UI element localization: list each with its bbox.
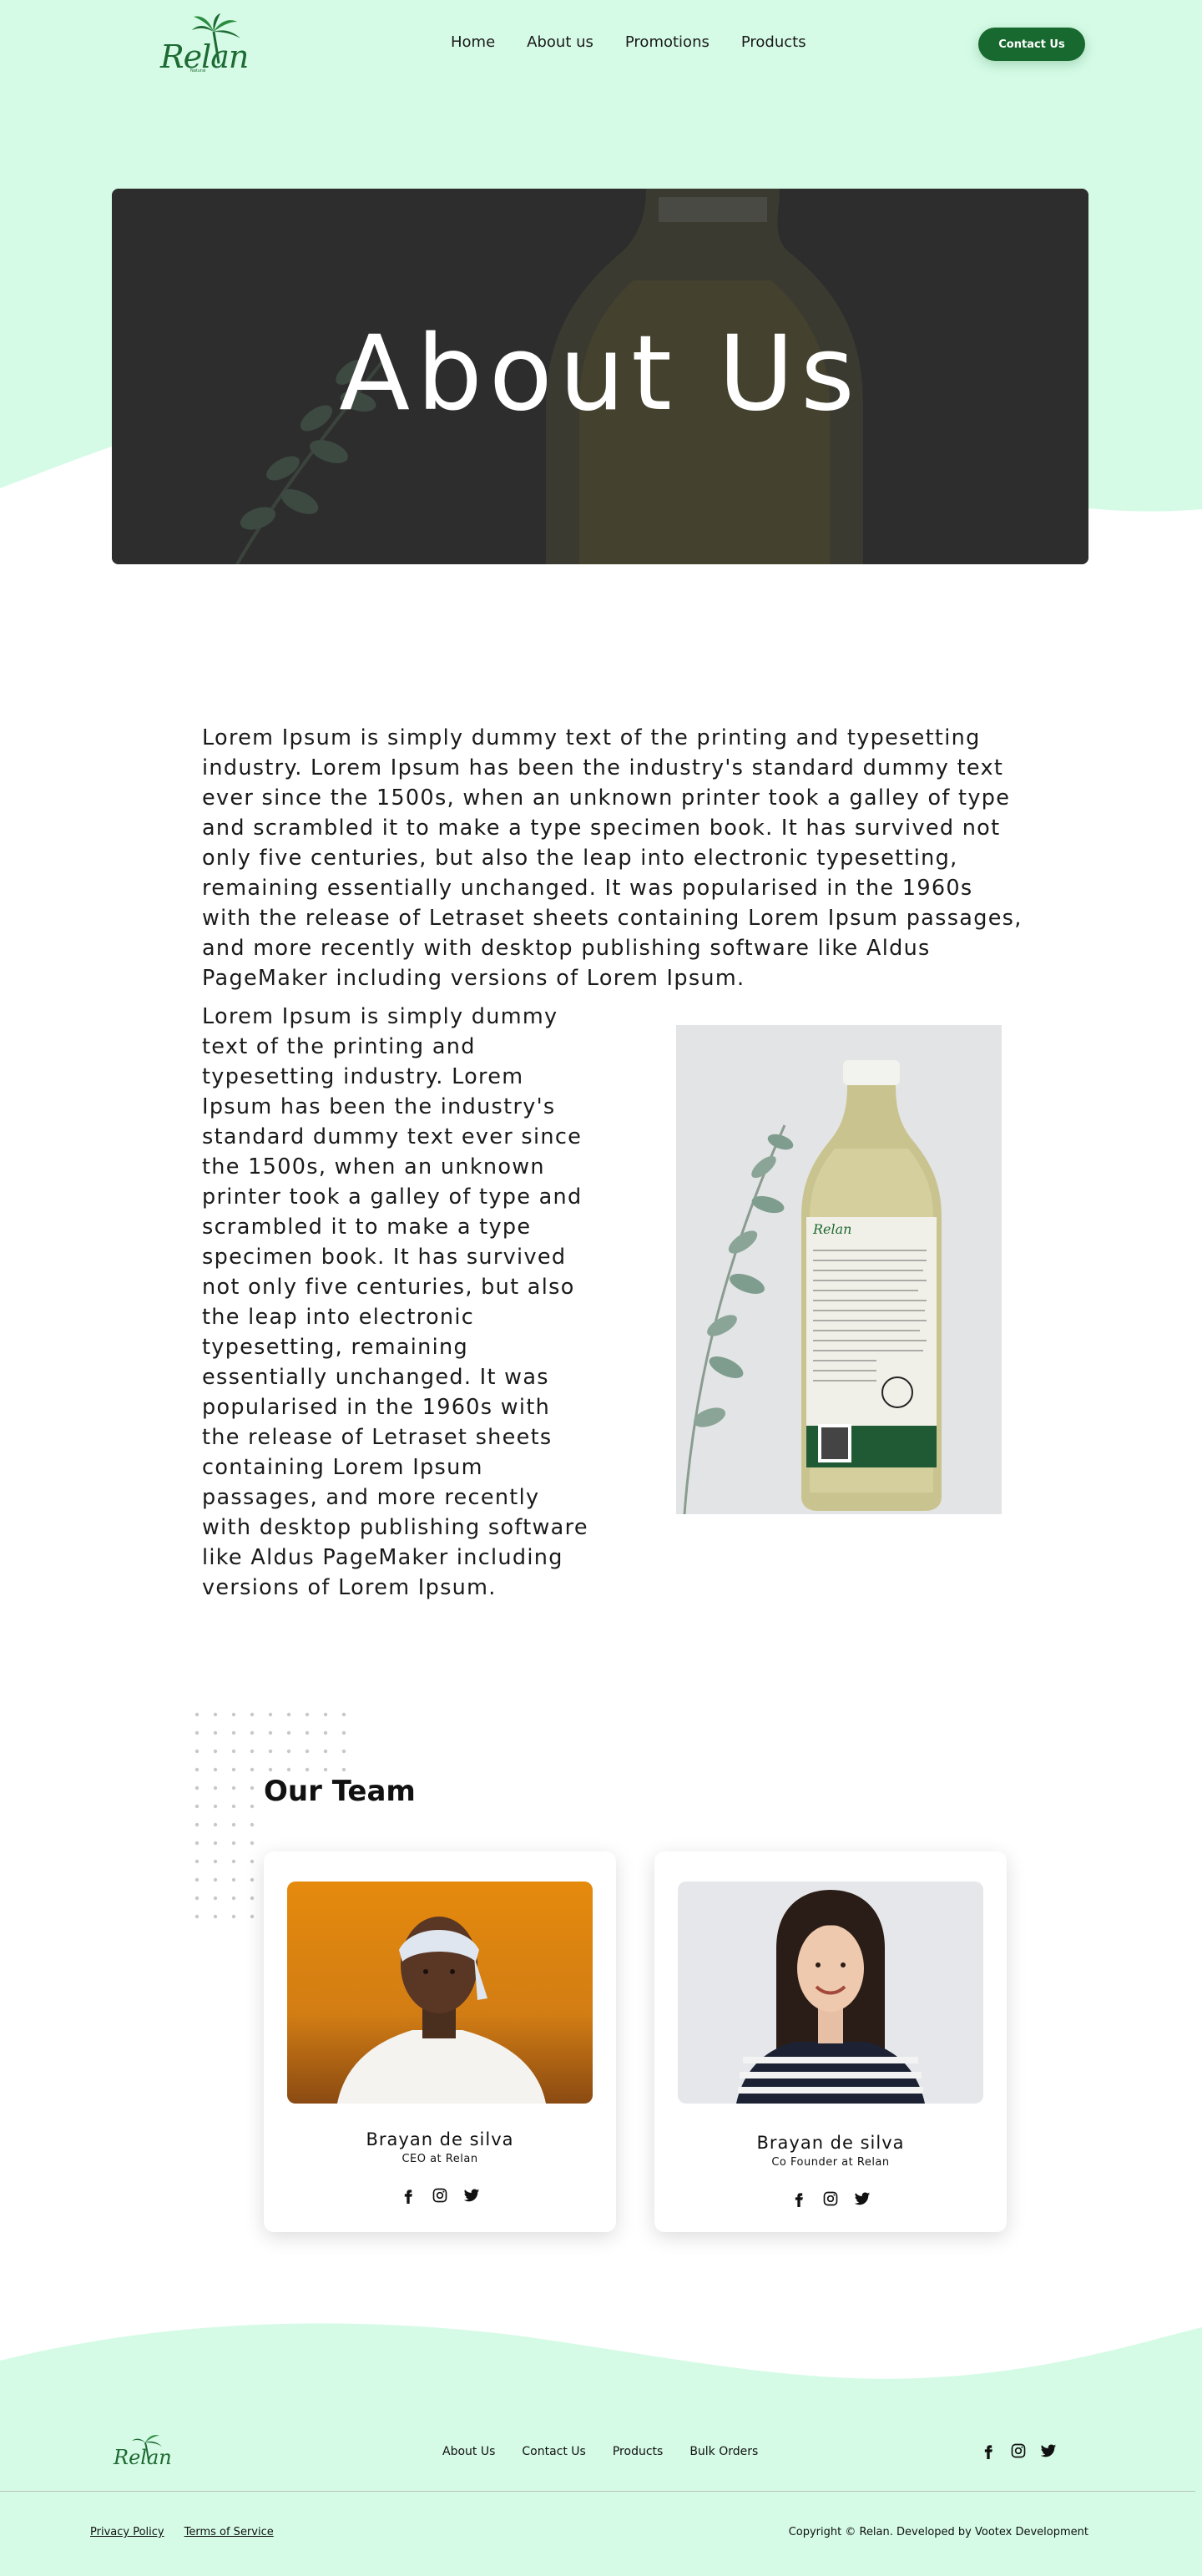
footer-link-about-us[interactable]: About Us xyxy=(442,2445,495,2458)
page-title: About Us xyxy=(339,314,861,434)
twitter-icon[interactable] xyxy=(1040,2442,1057,2459)
bottle-illustration: Relan xyxy=(676,1025,1002,1514)
main-nav: Home About us Promotions Products xyxy=(451,33,806,51)
nav-about-us[interactable]: About us xyxy=(527,33,593,51)
copyright-text: Copyright © Relan. Developed by Vootex D… xyxy=(788,2526,1088,2538)
privacy-policy-link[interactable]: Privacy Policy xyxy=(90,2526,164,2538)
site-header: Relan Natural Home About us Promotions P… xyxy=(0,0,1202,92)
team-section-title: Our Team xyxy=(264,1775,416,1808)
product-bottle-image: Relan xyxy=(676,1025,1002,1514)
team-member-socials xyxy=(654,2190,1007,2207)
footer-link-bulk-orders[interactable]: Bulk Orders xyxy=(689,2445,758,2458)
instagram-icon[interactable] xyxy=(1010,2442,1027,2459)
instagram-icon[interactable] xyxy=(432,2187,448,2204)
about-paragraph: Lorem Ipsum is simply dummy text of the … xyxy=(202,1004,588,1600)
bottle-brand-text: Relan xyxy=(812,1221,851,1237)
team-member-role: Co Founder at Relan xyxy=(771,2156,890,2169)
team-member-socials xyxy=(264,2187,616,2204)
team-member-card: Brayan de silva CEO at Relan xyxy=(264,1851,616,2232)
instagram-icon[interactable] xyxy=(822,2190,839,2207)
nav-products[interactable]: Products xyxy=(741,33,806,51)
footer-divider xyxy=(0,2491,1195,2492)
team-member-role: CEO at Relan xyxy=(402,2153,478,2165)
twitter-icon[interactable] xyxy=(854,2190,871,2207)
team-member-card: Brayan de silva Co Founder at Relan xyxy=(654,1851,1007,2232)
team-member-name: Brayan de silva xyxy=(366,2129,514,2149)
footer-link-contact-us[interactable]: Contact Us xyxy=(522,2445,585,2458)
footer-logo[interactable]: Relan xyxy=(112,2431,172,2471)
about-banner: About Us xyxy=(112,189,1088,564)
footer-socials xyxy=(980,2442,1057,2459)
nav-home[interactable]: Home xyxy=(451,33,495,51)
twitter-icon[interactable] xyxy=(463,2187,480,2204)
nav-promotions[interactable]: Promotions xyxy=(625,33,710,51)
team-member-photo xyxy=(287,1881,593,2104)
team-member-photo xyxy=(678,1881,983,2104)
team-member-name: Brayan de silva xyxy=(756,2133,905,2153)
legal-links: Privacy Policy Terms of Service xyxy=(90,2526,274,2538)
brand-logo[interactable]: Relan Natural xyxy=(160,13,254,77)
footer-nav: About Us Contact Us Products Bulk Orders xyxy=(442,2445,758,2458)
footer-logo-wordmark: Relan xyxy=(114,2446,172,2469)
logo-subtext: Natural xyxy=(190,68,206,73)
facebook-icon[interactable] xyxy=(790,2190,807,2207)
terms-of-service-link[interactable]: Terms of Service xyxy=(184,2526,274,2538)
facebook-icon[interactable] xyxy=(980,2442,997,2459)
contact-us-button[interactable]: Contact Us xyxy=(978,28,1085,61)
intro-paragraph: Lorem Ipsum is simply dummy text of the … xyxy=(202,725,1023,991)
footer-link-products[interactable]: Products xyxy=(613,2445,663,2458)
facebook-icon[interactable] xyxy=(400,2187,417,2204)
